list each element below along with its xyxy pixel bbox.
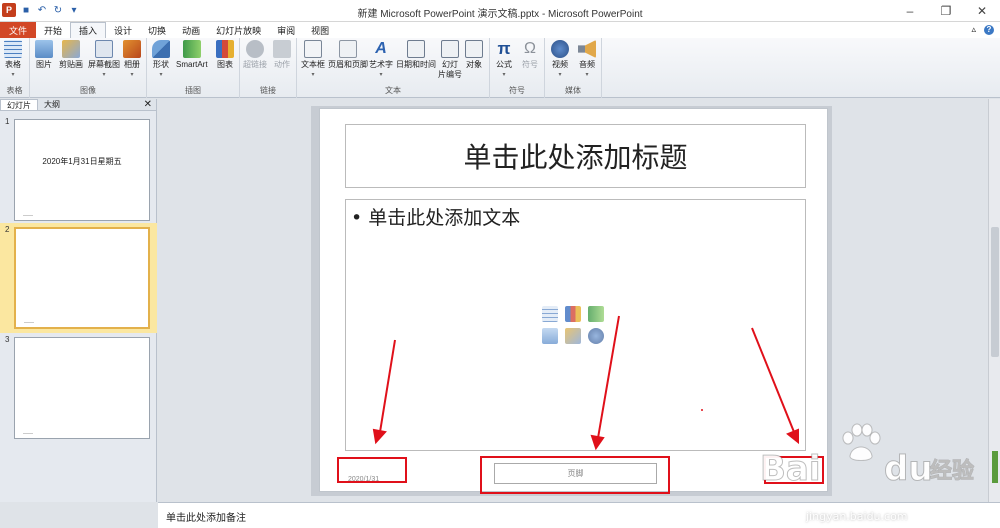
svg-text:经验: 经验: [930, 458, 974, 484]
arrow-to-footer: [597, 315, 620, 439]
scrollbar-thumb[interactable]: [991, 227, 999, 357]
notes-placeholder: 单击此处添加备注: [166, 513, 246, 524]
arrow-to-date: [379, 339, 396, 433]
arrow-head-footer: [590, 434, 605, 451]
arrow-head-date: [372, 428, 387, 445]
baidu-jingyan-watermark-logo: Bai du经验 Bai du 经验 jingyan.baidu.com: [752, 418, 998, 528]
svg-text:du: du: [884, 449, 933, 489]
red-dot: [701, 409, 703, 411]
arrow-to-slide-number: [751, 327, 795, 433]
svg-text:Bai: Bai: [760, 449, 821, 489]
watermark-url: jingyan.baidu.com: [806, 510, 908, 523]
